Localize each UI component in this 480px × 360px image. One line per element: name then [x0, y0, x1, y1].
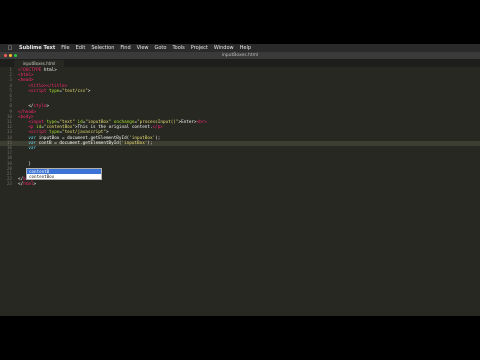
code-editor[interactable]: 1 <!DOCTYPE html> 2 <html> 3 <head> 4 <title><…: [0, 68, 480, 316]
title-bar: inputBoxes.html: [0, 52, 480, 59]
menu-view[interactable]: View: [137, 45, 149, 51]
line-number: 23: [6, 182, 12, 188]
app-name-menu[interactable]: Sublime Text: [19, 44, 55, 52]
tab-bar: inputBoxes.html: [0, 59, 480, 67]
menu-goto[interactable]: Goto: [155, 45, 167, 51]
menu-bar:  Sublime Text File Edit Selection Find View…: [0, 44, 480, 52]
autocomplete-popup: contentB contentBox: [26, 168, 102, 180]
code-token: >: [33, 182, 37, 188]
menu-edit[interactable]: Edit: [76, 45, 86, 51]
menu-tools[interactable]: Tools: [172, 45, 184, 51]
code-token: html: [23, 182, 34, 188]
apple-icon[interactable]: : [6, 44, 14, 52]
menu-file[interactable]: File: [61, 45, 69, 51]
code-text: </html>: [18, 182, 36, 187]
menu-project[interactable]: Project: [191, 45, 208, 51]
autocomplete-option[interactable]: contentBox: [27, 174, 101, 179]
code-line: 23 </html>: [0, 182, 480, 187]
screen:  Sublime Text File Edit Selection Find View…: [0, 44, 480, 316]
file-tab[interactable]: inputBoxes.html: [14, 60, 64, 67]
menu-items: File Edit Selection Find View Goto Tools Projec…: [55, 44, 251, 52]
window-title: inputBoxes.html: [221, 53, 259, 58]
menu-selection[interactable]: Selection: [91, 45, 114, 51]
menu-help[interactable]: Help: [240, 45, 251, 51]
menu-find[interactable]: Find: [120, 45, 130, 51]
menu-window[interactable]: Window: [214, 45, 234, 51]
